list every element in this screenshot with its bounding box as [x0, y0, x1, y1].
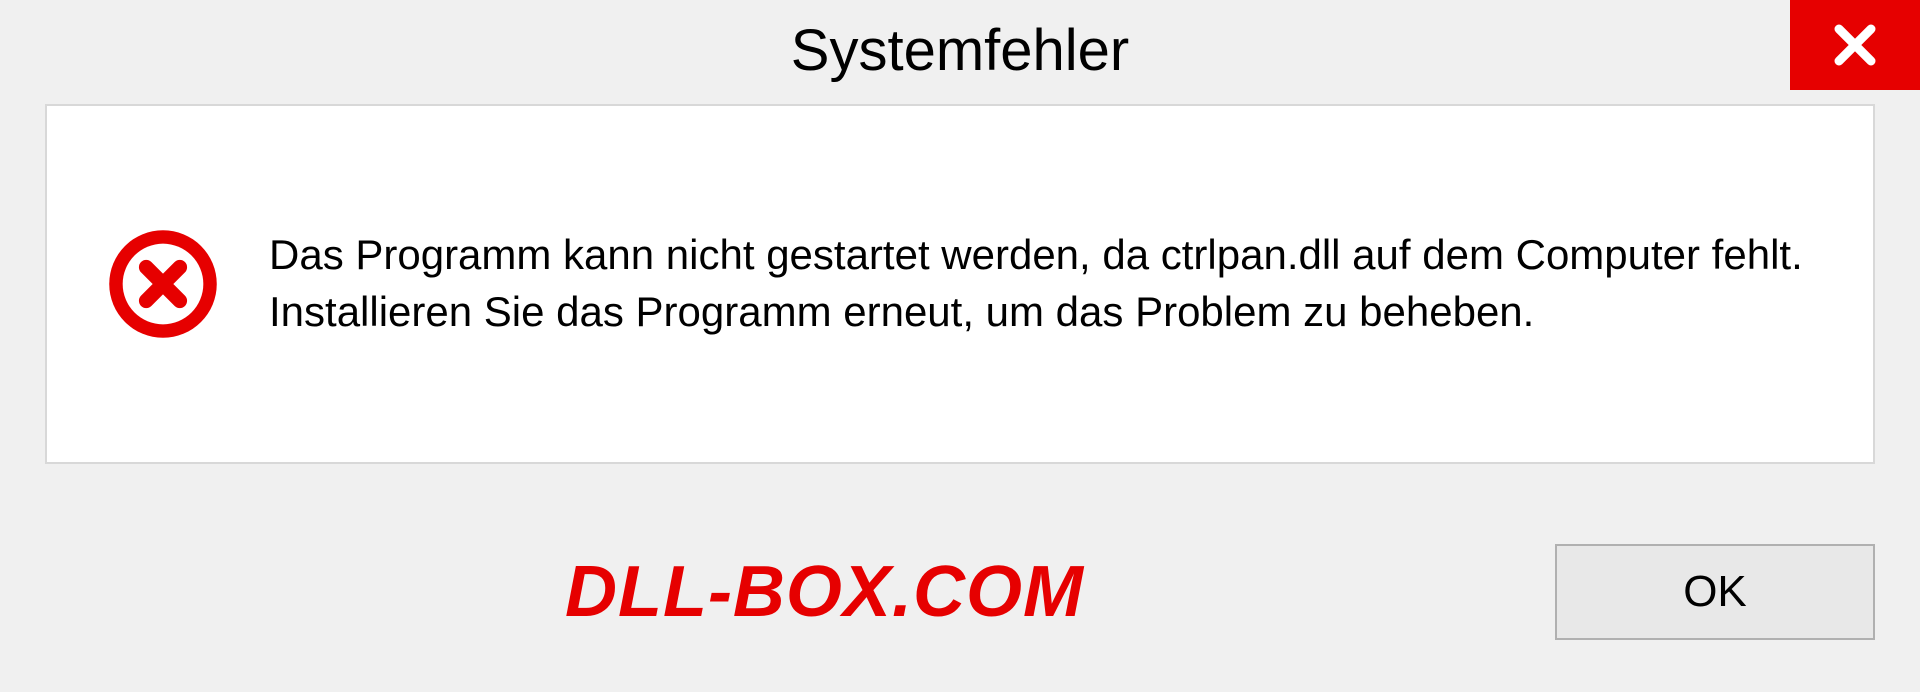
error-dialog: Systemfehler Das Programm kann nicht ges… [0, 0, 1920, 692]
message-panel: Das Programm kann nicht gestartet werden… [45, 104, 1875, 464]
close-button[interactable] [1790, 0, 1920, 90]
title-bar: Systemfehler [0, 0, 1920, 100]
error-message: Das Programm kann nicht gestartet werden… [269, 227, 1813, 340]
ok-button[interactable]: OK [1555, 544, 1875, 640]
dialog-footer: DLL-BOX.COM OK [0, 512, 1920, 692]
error-icon [107, 228, 219, 340]
close-icon [1831, 21, 1879, 69]
watermark-text: DLL-BOX.COM [565, 551, 1084, 633]
dialog-title: Systemfehler [791, 17, 1129, 84]
